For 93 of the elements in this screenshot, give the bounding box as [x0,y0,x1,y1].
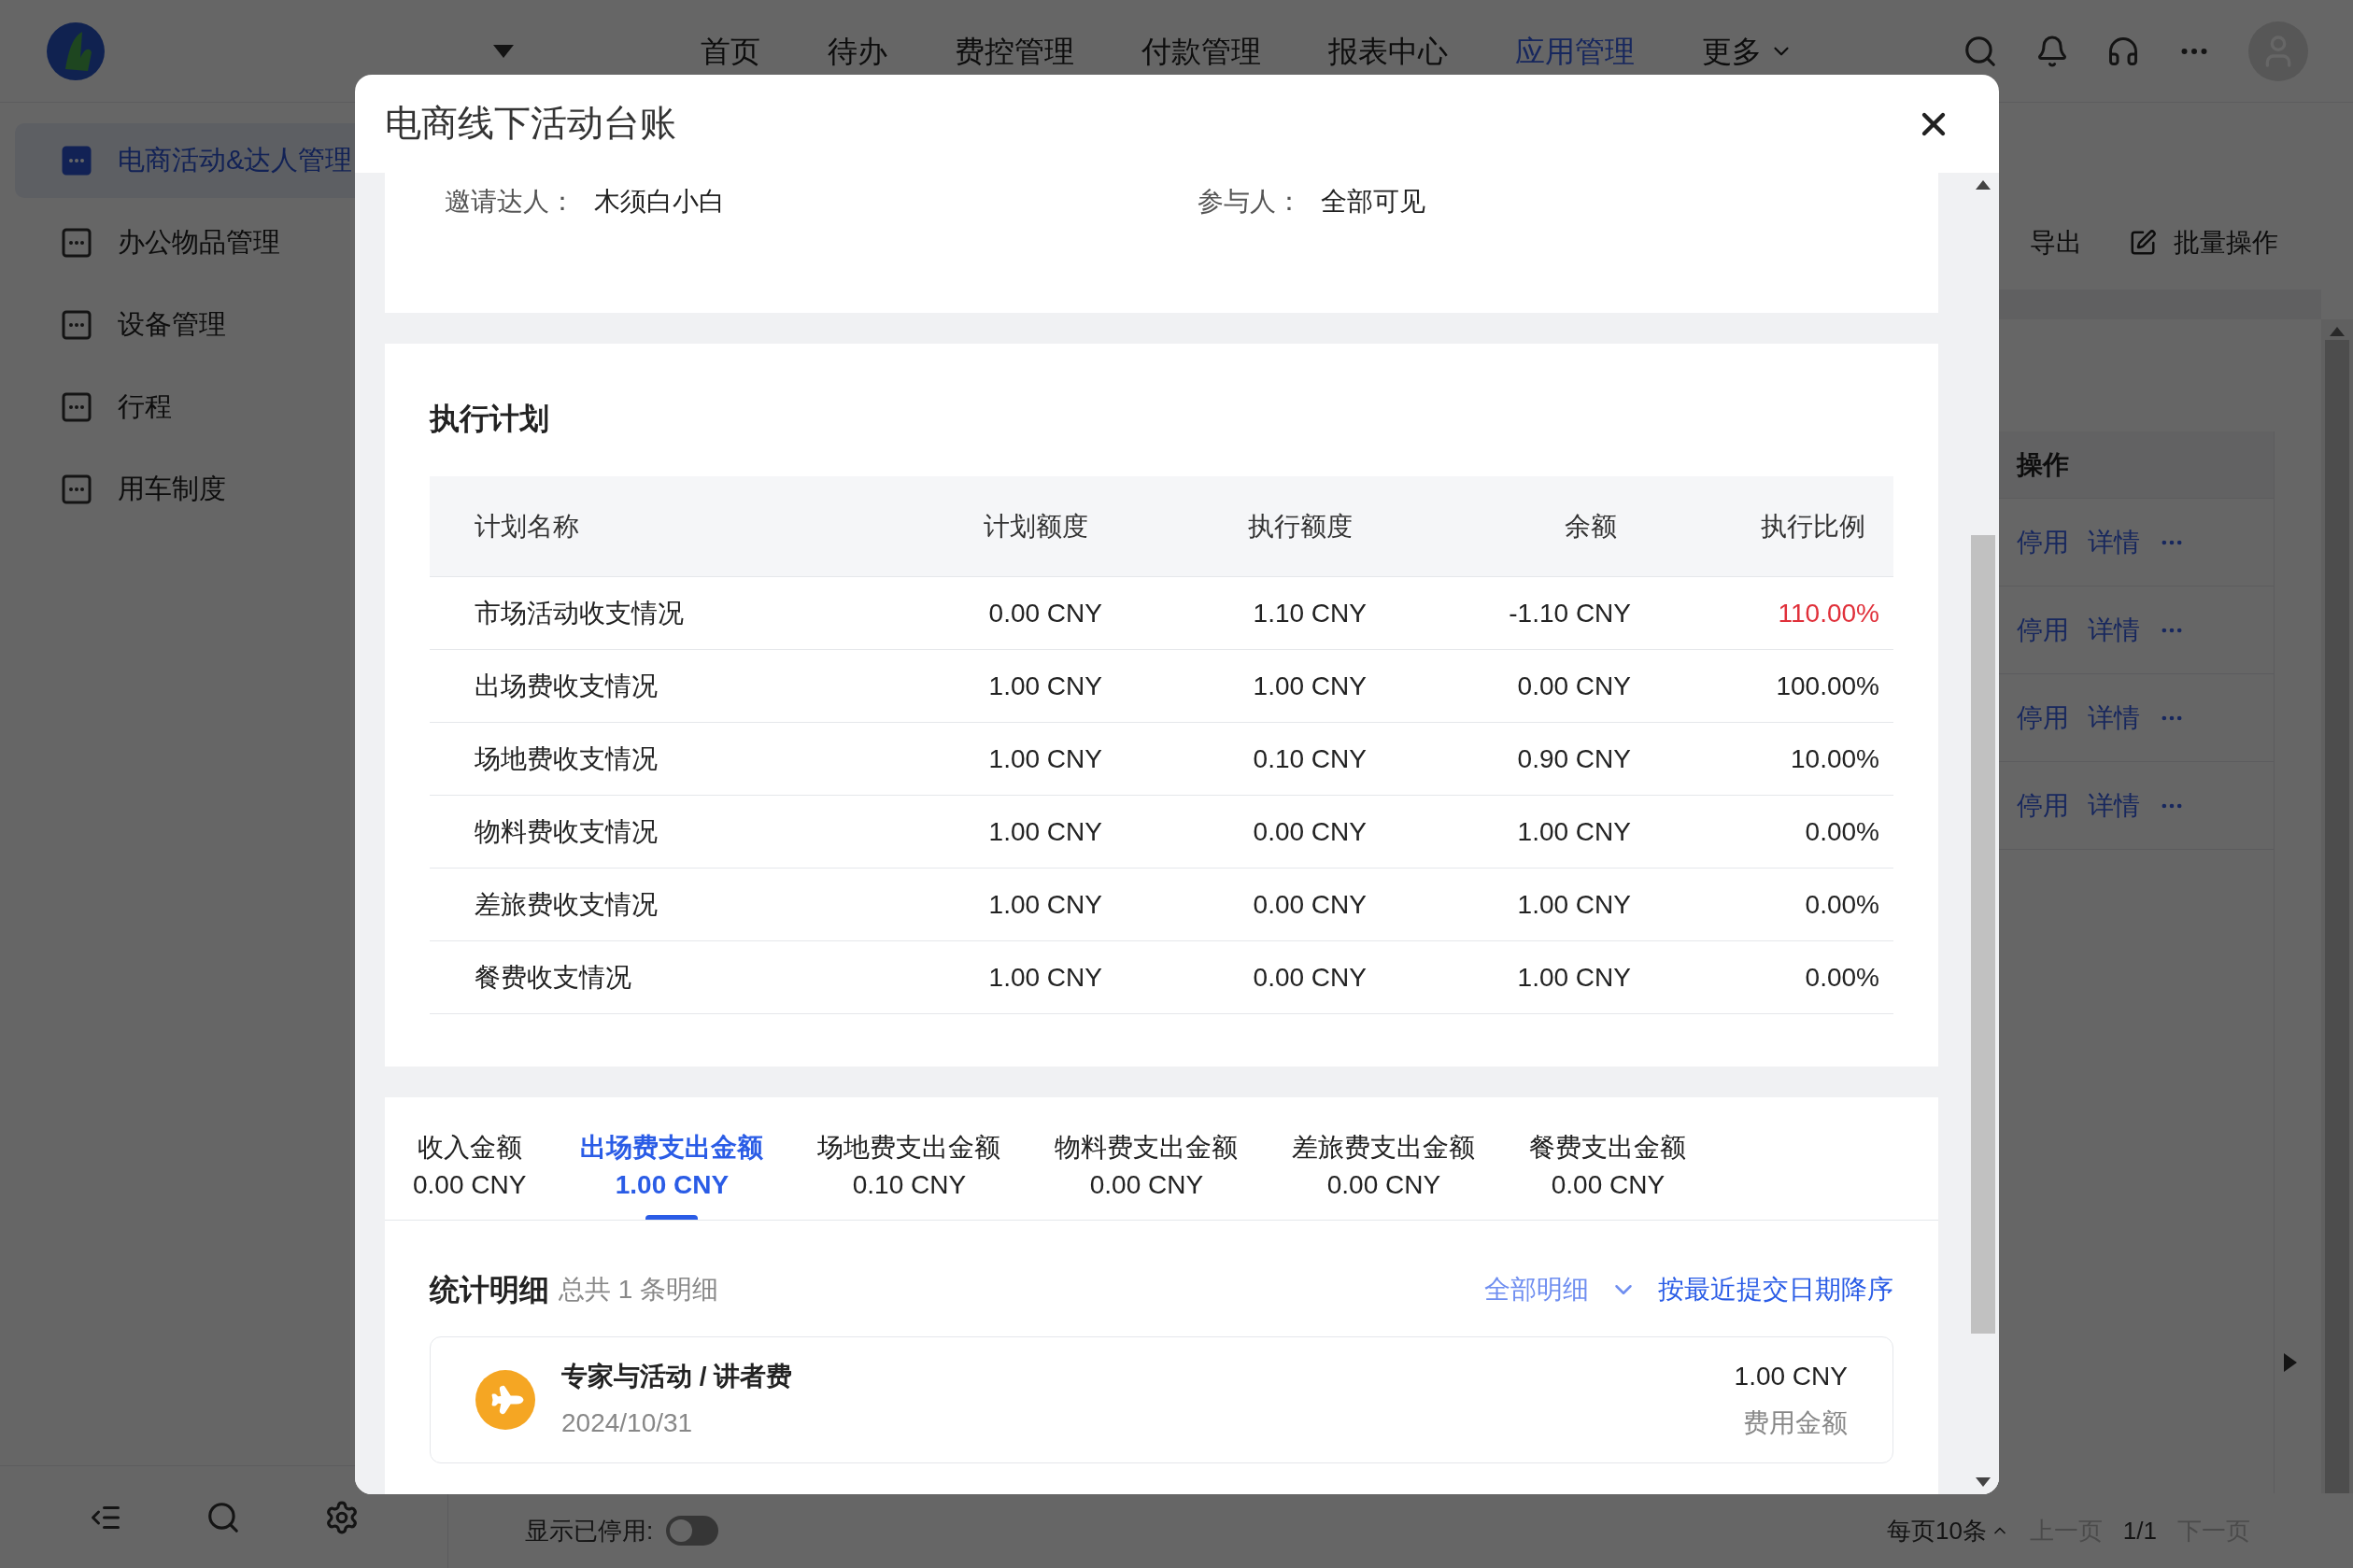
table-cell: 0.00 CNY [1253,962,1367,992]
info-label: 参与人： [1198,186,1302,218]
table-cell: 1.00 CNY [1517,889,1631,919]
nav-tab[interactable]: 待办 [828,28,887,74]
action-link[interactable]: 停用 [2017,610,2069,650]
column-header: 余额 [1565,511,1617,541]
toggle-switch[interactable] [666,1516,719,1546]
action-link[interactable]: 停用 [2017,785,2069,826]
dropdown-caret-icon[interactable] [493,44,514,58]
sidebar-item[interactable]: 用车制度 [15,452,447,527]
scrollbar-thumb[interactable] [1970,535,1995,1334]
expense-amount: 1.00 CNY [1734,1361,1848,1392]
table-cell: 1.00 CNY [988,889,1102,919]
table-cell: 1.10 CNY [1253,598,1367,628]
scroll-up-icon[interactable] [1975,180,1991,190]
column-header: 执行额度 [1248,511,1353,541]
amount-tab[interactable]: 收入金额 0.00 CNY [413,1129,527,1220]
table-cell: 餐费收支情况 [475,962,631,992]
column-header: 计划名称 [475,511,579,541]
batch-edit-button[interactable]: 批量操作 [2129,223,2278,262]
table-cell: 1.00 CNY [988,962,1102,992]
export-button[interactable]: 导出 [2030,223,2082,262]
expense-date: 2024/10/31 [561,1407,694,1439]
detail-count: 总共 1 条明细 [559,1274,719,1306]
table-cell: 1.00 CNY [1253,671,1367,700]
table-cell: 1.00 CNY [1517,816,1631,846]
app-icon [62,310,92,340]
app-icon [62,474,92,504]
table-cell: -1.10 CNY [1509,598,1631,628]
action-link[interactable]: 详情 [2088,698,2140,738]
nav-tab[interactable]: 更多 [1702,28,1793,74]
app-icon [62,392,92,422]
info-label: 邀请达人： [445,186,575,218]
amount-tab[interactable]: 餐费支出金额 0.00 CNY [1529,1129,1687,1220]
amount-tab[interactable]: 出场费支出金额 1.00 CNY [580,1129,764,1220]
scroll-down-icon[interactable] [1975,1477,1991,1487]
action-link[interactable]: 详情 [2088,785,2140,826]
amount-tab[interactable]: 物料费支出金额 0.00 CNY [1055,1129,1239,1220]
table-cell: 1.00 CNY [1517,962,1631,992]
table-cell: 0.00 CNY [1253,889,1367,919]
table-cell: 0.00 CNY [1517,671,1631,700]
info-value: 全部可见 [1321,186,1425,218]
nav-tab[interactable]: 付款管理 [1141,28,1261,74]
table-cell: 差旅费收支情况 [475,889,658,919]
table-cell: 0.00% [1805,962,1879,992]
scrollbar[interactable] [2321,319,2353,1493]
nav-tab[interactable]: 首页 [701,28,760,74]
column-header: 执行比例 [1761,511,1865,541]
scroll-right-icon[interactable] [2284,1353,2297,1372]
table-cell: 0.90 CNY [1517,743,1631,773]
table-cell: 出场费收支情况 [475,671,658,700]
action-link[interactable]: 详情 [2088,610,2140,650]
nav-tab[interactable]: 报表中心 [1328,28,1448,74]
column-header: 计划额度 [984,511,1088,541]
section-title: 执行计划 [430,401,550,437]
table-cell: 0.00% [1805,816,1879,846]
table-cell: 0.10 CNY [1253,743,1367,773]
table-cell: 0.00 CNY [1253,816,1367,846]
section-title: 统计明细 [430,1272,549,1308]
amount-label: 费用金额 [1743,1407,1848,1439]
app-icon [62,228,92,258]
table-cell: 物料费收支情况 [475,816,658,846]
amount-tab[interactable]: 场地费支出金额 0.10 CNY [817,1129,1001,1220]
action-link[interactable]: 停用 [2017,522,2069,562]
table-cell: 0.00 CNY [988,598,1102,628]
amount-tab[interactable]: 差旅费支出金额 0.00 CNY [1292,1129,1476,1220]
sidebar-item[interactable]: 设备管理 [15,288,447,362]
action-link[interactable]: 停用 [2017,698,2069,738]
table-cell: 1.00 CNY [988,743,1102,773]
page-size-select[interactable]: 每页10条 [1886,1512,2009,1549]
table-cell: 10.00% [1791,743,1879,773]
table-cell: 1.00 CNY [988,816,1102,846]
nav-tab[interactable]: 费控管理 [955,28,1074,74]
table-cell: 110.00% [1778,598,1879,628]
table-cell: 市场活动收支情况 [475,598,684,628]
logo-icon[interactable] [45,20,106,82]
edit-icon [2129,229,2157,257]
nav-tab[interactable]: 应用管理 [1515,28,1635,74]
expense-title: 专家与活动 / 讲者费 [561,1361,793,1392]
table-cell: 0.00% [1805,889,1879,919]
column-header: 操作 [2017,448,2069,481]
table-cell: 1.00 CNY [988,671,1102,700]
table-cell: 100.00% [1776,671,1879,700]
filter-dropdown[interactable]: 全部明细 [1484,1270,1637,1309]
page-indicator: 1/1 [2122,1515,2157,1547]
sort-button[interactable]: 按最近提交日期降序 [1658,1270,1893,1309]
action-link[interactable]: 详情 [2088,522,2140,562]
bell-icon[interactable] [2035,34,2069,68]
expense-item[interactable]: 专家与活动 / 讲者费 2024/10/31 1.00 CNY 费用金额 [430,1336,1893,1463]
table-cell: 场地费收支情况 [475,743,658,773]
info-value: 木须白小白 [594,186,725,218]
show-disabled-label: 显示已停用: [525,1515,654,1547]
app-icon [62,146,92,176]
